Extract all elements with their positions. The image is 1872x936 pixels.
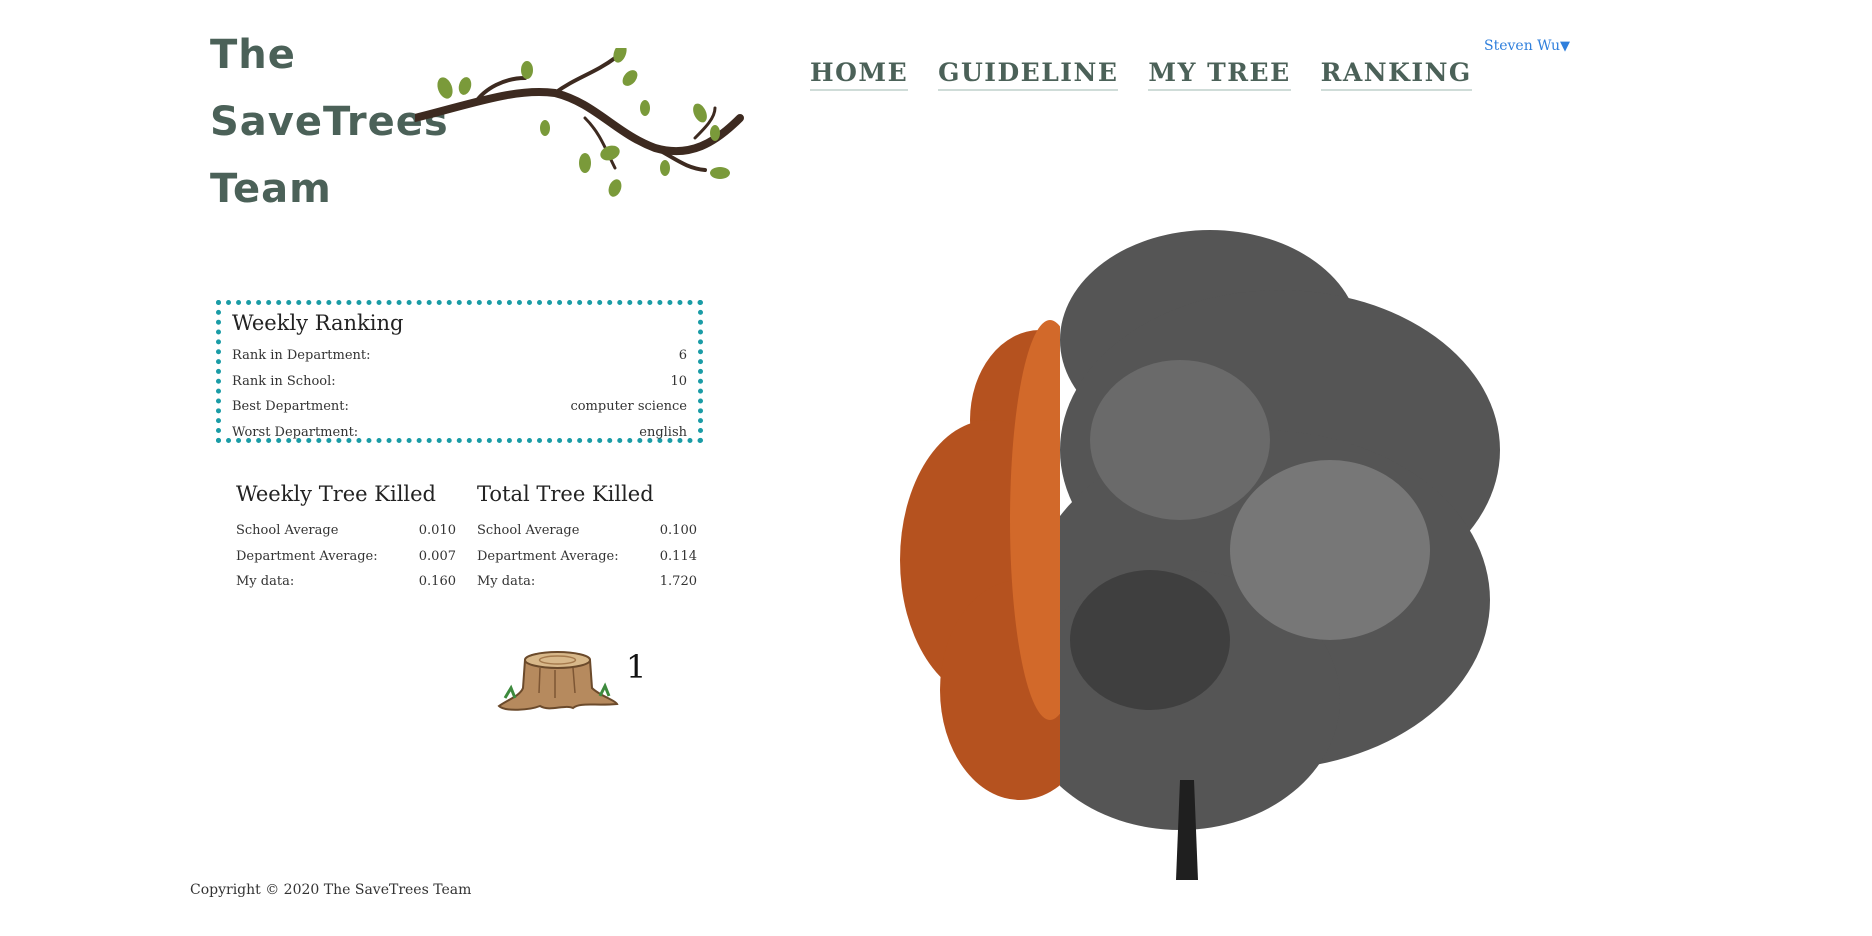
ranking-row: Best Department: computer science bbox=[232, 394, 687, 420]
ranking-label: Rank in School: bbox=[232, 373, 336, 389]
ranking-value: 10 bbox=[670, 373, 687, 389]
stat-label: School Average bbox=[236, 523, 339, 538]
stat-value: 0.010 bbox=[418, 523, 456, 538]
weekly-ranking-panel: Weekly Ranking Rank in Department: 6 Ran… bbox=[216, 300, 703, 443]
tree-branch-icon bbox=[415, 48, 744, 197]
ranking-row: Rank in Department: 6 bbox=[232, 343, 687, 369]
stat-row: School Average 0.100 bbox=[477, 518, 697, 544]
footer-copyright: Copyright © 2020 The SaveTrees Team bbox=[190, 882, 472, 898]
weekly-tree-killed-title: Weekly Tree Killed bbox=[236, 482, 436, 506]
ranking-row: Worst Department: english bbox=[232, 420, 687, 446]
stat-row: School Average 0.010 bbox=[236, 518, 456, 544]
weekly-ranking-title: Weekly Ranking bbox=[232, 311, 404, 335]
ranking-value: 6 bbox=[678, 348, 687, 363]
stat-label: School Average bbox=[477, 523, 580, 538]
stat-value: 0.160 bbox=[418, 574, 456, 589]
stat-label: My data: bbox=[236, 574, 295, 589]
nav-guideline[interactable]: GUIDELINE bbox=[938, 58, 1119, 91]
total-tree-killed-title: Total Tree Killed bbox=[477, 482, 654, 506]
ranking-label: Worst Department: bbox=[232, 424, 359, 440]
weekly-tree-killed-panel: Weekly Tree Killed School Average 0.010 … bbox=[236, 482, 456, 595]
stat-label: Department Average: bbox=[477, 548, 619, 564]
stat-value: 0.114 bbox=[659, 548, 697, 564]
ranking-value: computer science bbox=[570, 399, 687, 414]
stat-label: My data: bbox=[477, 574, 536, 589]
stat-row: Department Average: 0.007 bbox=[236, 544, 456, 570]
stat-row: My data: 1.720 bbox=[477, 569, 697, 595]
user-menu[interactable]: Steven Wu▼ bbox=[1484, 38, 1570, 54]
nav-ranking[interactable]: RANKING bbox=[1320, 58, 1472, 91]
logo-line-1: The bbox=[210, 32, 296, 78]
user-name: Steven Wu bbox=[1484, 38, 1561, 54]
ranking-value: english bbox=[639, 424, 687, 440]
tree-stump-icon bbox=[497, 651, 619, 711]
stat-value: 0.007 bbox=[418, 548, 456, 564]
stat-row: My data: 0.160 bbox=[236, 569, 456, 595]
stat-value: 0.100 bbox=[659, 523, 697, 538]
nav-my-tree[interactable]: MY TREE bbox=[1148, 58, 1291, 91]
stump-count: 1 bbox=[626, 648, 647, 686]
stat-value: 1.720 bbox=[659, 574, 697, 589]
main-nav: HOME GUIDELINE MY TREE RANKING bbox=[810, 58, 1472, 91]
ranking-row: Rank in School: 10 bbox=[232, 369, 687, 395]
stat-row: Department Average: 0.114 bbox=[477, 544, 697, 570]
nav-home[interactable]: HOME bbox=[810, 58, 909, 91]
stat-label: Department Average: bbox=[236, 548, 378, 564]
logo-line-3: Team bbox=[210, 166, 332, 212]
ranking-label: Best Department: bbox=[232, 399, 349, 414]
ranking-label: Rank in Department: bbox=[232, 348, 371, 363]
half-colored-tree-illustration bbox=[900, 230, 1500, 880]
site-logo[interactable]: The SaveTrees Team bbox=[210, 22, 449, 223]
logo-line-2: SaveTrees bbox=[210, 99, 449, 145]
total-tree-killed-panel: Total Tree Killed School Average 0.100 D… bbox=[477, 482, 697, 595]
chevron-down-icon: ▼ bbox=[1560, 39, 1571, 54]
